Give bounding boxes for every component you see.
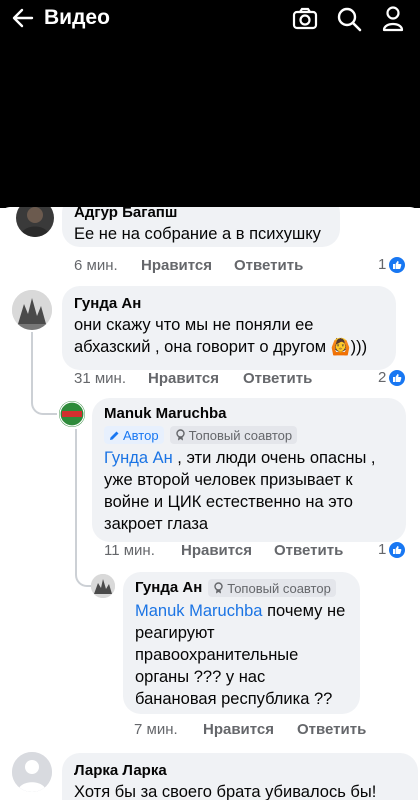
comment-text: Ее не на собрание а в психушку — [74, 225, 321, 243]
avatar-photo-icon — [20, 207, 50, 237]
avatar-photo-icon — [91, 574, 115, 598]
comment-meta: 7 мин. Нравится Ответить — [134, 720, 374, 740]
mention-link[interactable]: Manuk Maruchba — [135, 602, 262, 620]
top-contributor-badge: Топовый соавтор — [208, 579, 336, 597]
comment-time: 31 мин. — [74, 370, 126, 387]
default-avatar-icon — [12, 752, 52, 792]
reaction-count[interactable]: 1 — [378, 541, 406, 558]
pencil-icon — [110, 431, 119, 440]
comment-bubble[interactable]: Гунда Ан они скажу что мы не поняли ее а… — [62, 286, 396, 370]
top-contributor-badge: Топовый соавтор — [169, 426, 298, 444]
comment-bubble[interactable]: Гунда Ан Топовый соавтор Manuk Maruchba … — [123, 572, 360, 714]
comment-text-body: они скажу что мы не поняли ее абхазский … — [74, 316, 327, 356]
comment-text: Manuk Maruchba почему не реагируют право… — [135, 600, 348, 710]
video-player[interactable] — [0, 36, 420, 208]
emoji-icon: 🙆 — [330, 339, 351, 356]
page-title: Видео — [44, 6, 110, 29]
avatar[interactable] — [91, 574, 115, 598]
badge-row: Автор Топовый соавтор — [104, 426, 394, 444]
avatar[interactable] — [16, 207, 54, 237]
comment-author[interactable]: Ларка Ларка — [74, 761, 406, 781]
reaction-count-value: 2 — [378, 369, 387, 386]
thread-line — [31, 332, 33, 399]
avatar[interactable] — [12, 290, 52, 330]
avatar-logo-icon — [59, 401, 85, 427]
like-button[interactable]: Нравится — [181, 541, 252, 561]
comment-bubble[interactable]: Ларка Ларка Хотя бы за своего брата убив… — [62, 753, 418, 800]
reaction-count-value: 1 — [378, 541, 387, 558]
comment-bubble[interactable]: Адгур Багапш Ее не на собрание а в психу… — [62, 207, 340, 247]
comment-time: 6 мин. — [74, 257, 118, 274]
author-badge-label: Автор — [123, 427, 159, 443]
comment-author[interactable]: Manuk Maruchba — [104, 404, 394, 424]
reply-button[interactable]: Ответить — [243, 369, 312, 389]
author-badge: Автор — [104, 426, 164, 444]
top-contributor-label: Топовый соавтор — [227, 580, 331, 596]
medal-icon — [214, 582, 223, 594]
top-bar: Видео — [0, 0, 420, 36]
comment-meta: 6 мин. Нравится Ответить — [74, 256, 394, 276]
reply-button[interactable]: Ответить — [234, 256, 303, 276]
reply-button[interactable]: Ответить — [274, 541, 343, 561]
medal-icon — [175, 429, 185, 441]
mention-link[interactable]: Гунда Ан — [104, 449, 173, 467]
thread-line — [75, 429, 77, 569]
reply-button[interactable]: Ответить — [297, 720, 366, 740]
top-contributor-label: Топовый соавтор — [188, 427, 293, 443]
like-button[interactable]: Нравится — [141, 256, 212, 276]
comment-author[interactable]: Гунда Ан — [135, 578, 202, 598]
thumbs-up-icon — [389, 541, 406, 558]
profile-icon[interactable] — [382, 6, 404, 32]
comment-text: Хотя бы за своего брата убивалось бы! — [74, 783, 377, 800]
comment-text: Гунда Ан , эти люди очень опасны , уже в… — [104, 447, 394, 535]
comment-time: 11 мин. — [104, 542, 155, 559]
like-button[interactable]: Нравится — [203, 720, 274, 740]
comment-text-suffix: ))) — [350, 338, 368, 356]
comment-time: 7 мин. — [134, 721, 178, 738]
back-arrow-icon[interactable] — [10, 6, 36, 30]
thread-connector — [31, 397, 57, 415]
thumbs-up-icon — [389, 256, 406, 273]
comment-meta: 11 мин. Нравится Ответить — [104, 541, 384, 561]
search-icon[interactable] — [336, 6, 362, 32]
thread-connector — [75, 567, 91, 587]
reaction-count[interactable]: 1 — [378, 256, 406, 273]
camera-icon[interactable] — [292, 6, 318, 32]
avatar[interactable] — [12, 752, 52, 792]
comment-author[interactable]: Гунда Ан — [74, 294, 384, 314]
comment-header: Гунда Ан Топовый соавтор — [135, 578, 348, 598]
reaction-count-value: 1 — [378, 256, 387, 273]
comment-bubble[interactable]: Manuk Maruchba Автор Топовый соавтор Гун… — [92, 398, 406, 542]
thumbs-up-icon — [389, 369, 406, 386]
avatar[interactable] — [59, 401, 85, 427]
avatar-photo-icon — [12, 290, 52, 330]
comments-panel: Адгур Багапш Ее не на собрание а в психу… — [0, 207, 420, 800]
comment-text: они скажу что мы не поняли ее абхазский … — [74, 314, 384, 359]
comment-meta: 31 мин. Нравится Ответить — [74, 369, 394, 389]
reaction-count[interactable]: 2 — [378, 369, 406, 386]
like-button[interactable]: Нравится — [148, 369, 219, 389]
comment-author[interactable]: Адгур Багапш — [74, 207, 328, 223]
